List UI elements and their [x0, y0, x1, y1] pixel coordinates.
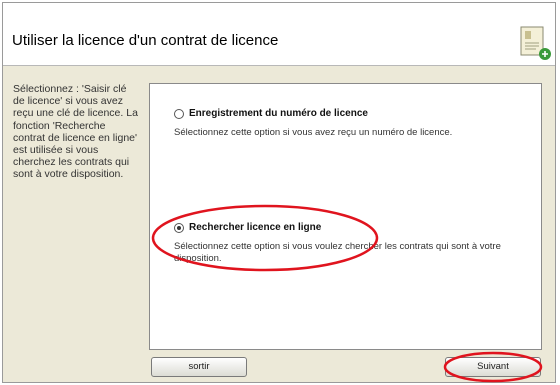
radio-search-online[interactable] — [174, 222, 184, 233]
option-label: Enregistrement du numéro de licence — [189, 108, 368, 119]
sidebar-instructions: Sélectionnez : 'Saisir clé de licence' s… — [13, 83, 138, 181]
license-document-icon — [520, 26, 551, 60]
option-description: Sélectionnez cette option si vous voulez… — [174, 241, 501, 264]
license-dialog-window: Utiliser la licence d'un contrat de lice… — [2, 2, 556, 383]
option-search-online[interactable]: Rechercher licence en ligne Sélectionnez… — [174, 222, 524, 265]
options-panel: Enregistrement du numéro de licence Séle… — [149, 83, 542, 350]
dialog-header: Utiliser la licence d'un contrat de lice… — [3, 3, 555, 66]
exit-button[interactable]: sortir — [151, 357, 247, 377]
radio-license-number[interactable] — [174, 108, 184, 119]
next-button[interactable]: Suivant — [445, 357, 541, 377]
option-label: Rechercher licence en ligne — [189, 222, 322, 233]
option-license-number[interactable]: Enregistrement du numéro de licence Séle… — [174, 108, 524, 139]
option-description: Sélectionnez cette option si vous avez r… — [174, 127, 453, 138]
dialog-title: Utiliser la licence d'un contrat de lice… — [12, 32, 279, 49]
